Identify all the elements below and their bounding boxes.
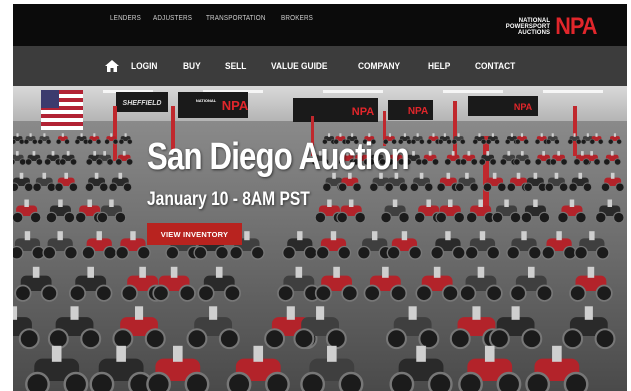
logo-line-auctions: AUCTIONS bbox=[517, 30, 551, 37]
svg-text:NPA: NPA bbox=[514, 102, 533, 112]
nav-login[interactable]: LOGIN bbox=[131, 61, 157, 72]
nav-contact[interactable]: CONTACT bbox=[475, 61, 515, 72]
svg-text:NPA: NPA bbox=[408, 106, 428, 117]
utility-link-lenders[interactable]: LENDERS bbox=[110, 15, 141, 22]
nav-company[interactable]: COMPANY bbox=[358, 61, 400, 72]
nav-sell[interactable]: SELL bbox=[225, 61, 246, 72]
page-frame: LENDERS ADJUSTERS TRANSPORTATION BROKERS… bbox=[13, 4, 627, 391]
utility-link-transportation[interactable]: TRANSPORTATION bbox=[206, 15, 266, 22]
utility-link-brokers[interactable]: BROKERS bbox=[281, 15, 313, 22]
hero-banner: SHEFFIELD NATIONAL NPA NPA NPA NPA San D… bbox=[13, 86, 627, 391]
utility-link-adjusters[interactable]: ADJUSTERS bbox=[153, 15, 192, 22]
main-nav-items: LOGIN BUY SELL VALUE GUIDE COMPANY HELP … bbox=[105, 60, 543, 72]
logo-wordmark: NATIONAL POWERSPORT AUCTIONS bbox=[506, 18, 550, 37]
main-nav: LOGIN BUY SELL VALUE GUIDE COMPANY HELP … bbox=[13, 46, 627, 86]
utility-links: LENDERS ADJUSTERS TRANSPORTATION BROKERS bbox=[110, 15, 317, 22]
nav-help[interactable]: HELP bbox=[428, 61, 450, 72]
home-icon[interactable] bbox=[105, 60, 119, 72]
nav-value-guide[interactable]: VALUE GUIDE bbox=[271, 61, 328, 72]
svg-text:NPA: NPA bbox=[222, 98, 249, 113]
svg-text:NPA: NPA bbox=[352, 106, 374, 118]
warehouse-photo: SHEFFIELD NATIONAL NPA NPA NPA NPA bbox=[13, 86, 627, 391]
nav-buy[interactable]: BUY bbox=[183, 61, 201, 72]
hero-title: San Diego Auction bbox=[147, 136, 410, 178]
logo-mark: NPA bbox=[555, 13, 597, 40]
svg-text:NATIONAL: NATIONAL bbox=[196, 98, 217, 103]
hero-date: January 10 - 8AM PST bbox=[147, 189, 310, 210]
utility-bar: LENDERS ADJUSTERS TRANSPORTATION BROKERS… bbox=[13, 4, 627, 46]
svg-text:SHEFFIELD: SHEFFIELD bbox=[123, 100, 162, 107]
view-inventory-button[interactable]: VIEW INVENTORY bbox=[147, 223, 242, 245]
npa-logo[interactable]: NATIONAL POWERSPORT AUCTIONS NPA bbox=[506, 13, 599, 40]
flag-icon bbox=[41, 90, 83, 130]
